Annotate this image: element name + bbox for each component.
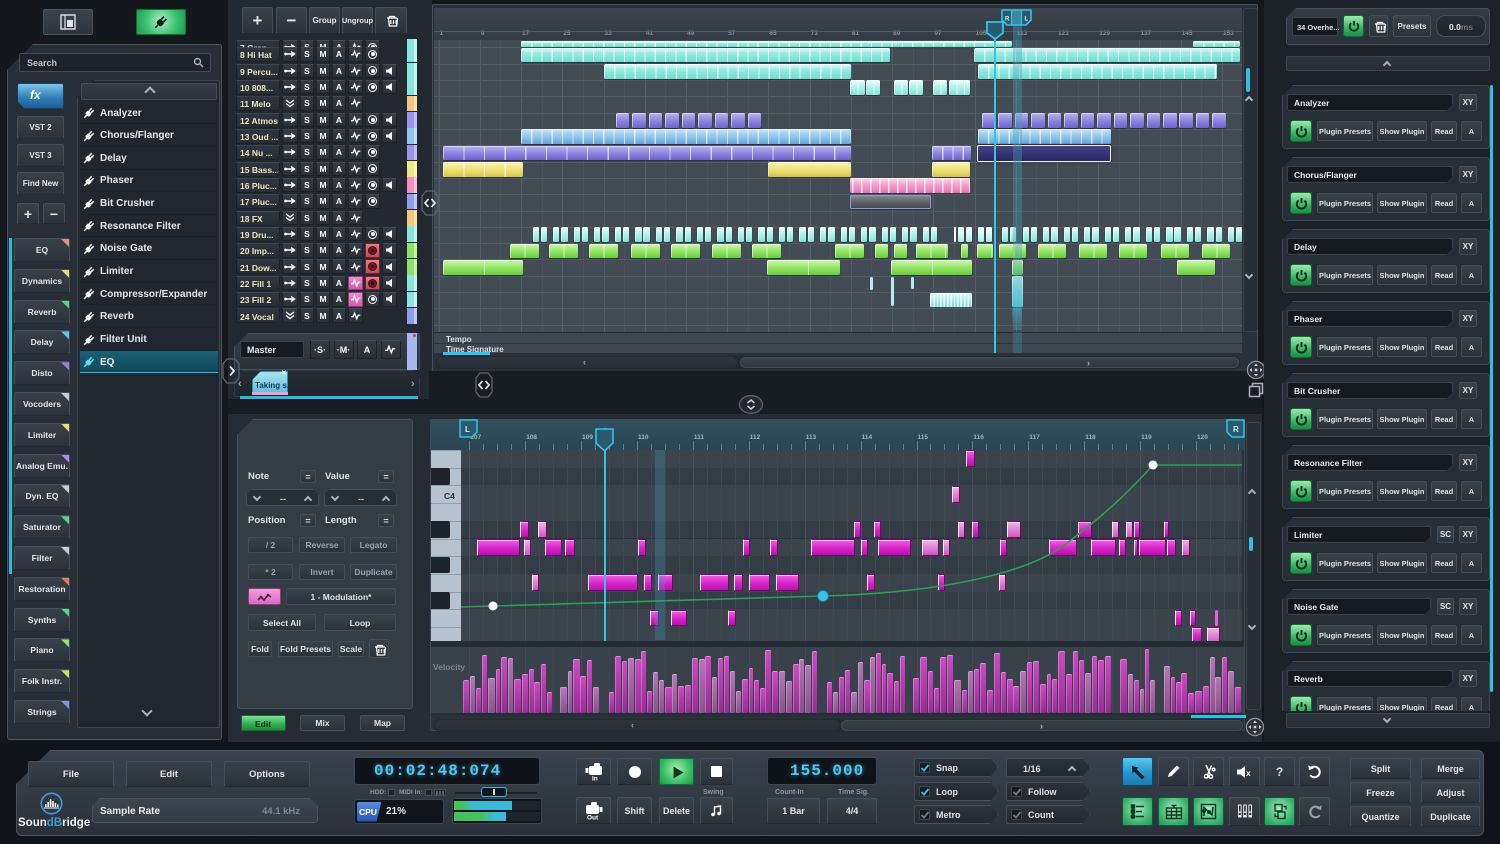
svg-text:R: R bbox=[1233, 425, 1239, 434]
svg-text:L: L bbox=[465, 425, 470, 434]
svg-text:R: R bbox=[1005, 17, 1010, 23]
svg-text:In: In bbox=[592, 776, 598, 782]
svg-text:x: x bbox=[1246, 768, 1251, 778]
svg-text:Out: Out bbox=[587, 815, 599, 821]
svg-text:L: L bbox=[1025, 17, 1029, 23]
